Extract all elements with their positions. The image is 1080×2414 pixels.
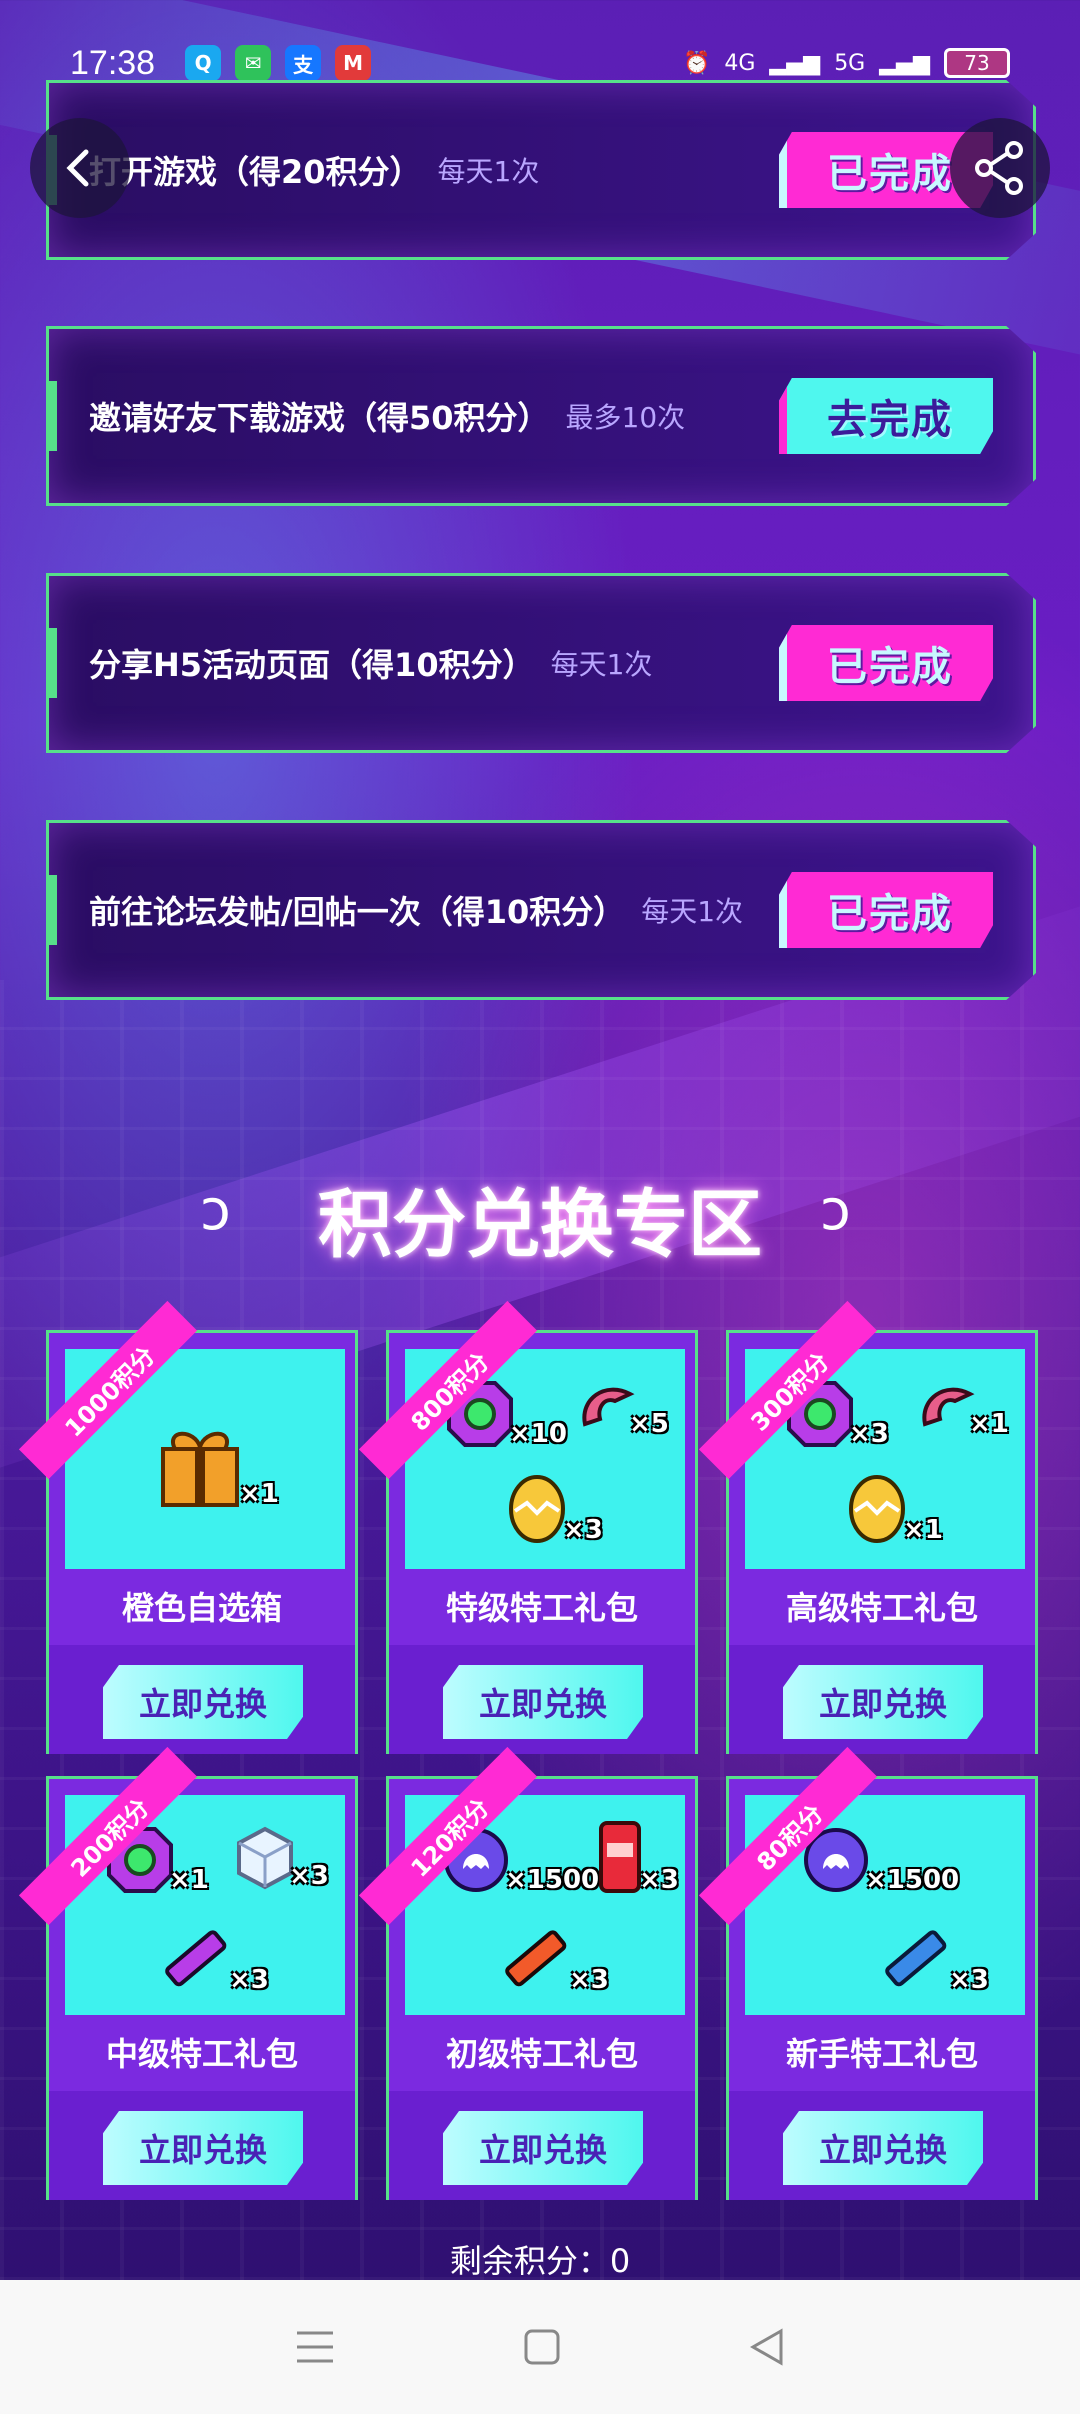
- task-done-button[interactable]: 已完成: [779, 625, 993, 701]
- signal-bars-icon: ▂▄▆: [769, 50, 821, 76]
- egg-icon: ×3: [505, 1469, 603, 1545]
- task-title: 分享H5活动页面（得10积分）: [89, 646, 535, 684]
- item-qty: ×1500: [505, 1865, 600, 1895]
- remaining-points: 剩余积分：0: [0, 2236, 1080, 2282]
- item-qty: ×3: [289, 1861, 329, 1891]
- battery-level: 73: [964, 51, 990, 75]
- purple-gun-icon: ×3: [155, 1915, 269, 1995]
- redeem-button[interactable]: 立即兑换: [103, 1665, 303, 1739]
- task-done-button[interactable]: 已完成: [779, 872, 993, 948]
- share-button[interactable]: [950, 118, 1050, 218]
- redeem-button[interactable]: 立即兑换: [783, 2111, 983, 2185]
- product-card: ×1 ×3 ×3 200积分 中级特工礼包 立即兑换: [18, 1746, 358, 2200]
- claw-icon: ×1: [915, 1379, 1009, 1439]
- back-triangle-icon[interactable]: [747, 2327, 787, 2367]
- redeem-button[interactable]: 立即兑换: [443, 2111, 643, 2185]
- item-qty: ×3: [569, 1965, 609, 1995]
- item-qty: ×3: [229, 1965, 269, 1995]
- task-card: 打开游戏（得20积分） 每天1次 已完成: [46, 80, 1036, 260]
- system-nav-bar: [0, 2280, 1080, 2414]
- home-icon[interactable]: [522, 2327, 562, 2367]
- menu-icon[interactable]: [293, 2327, 337, 2367]
- status-app-icons: Q ✉ 支 M: [185, 45, 372, 81]
- task-limit: 每天1次: [550, 648, 653, 681]
- item-qty: ×3: [563, 1515, 603, 1545]
- product-name: 中级特工礼包: [105, 2035, 298, 2073]
- task-limit: 每天1次: [437, 155, 540, 188]
- task-title: 打开游戏（得20积分）: [89, 153, 422, 191]
- product-card: ×1 1000积分 橙色自选箱 立即兑换: [18, 1300, 358, 1754]
- remaining-points-value: 0: [609, 2242, 631, 2280]
- item-qty: ×3: [949, 1965, 989, 1995]
- signal-4g: 4G: [724, 50, 756, 76]
- remaining-points-label: 剩余积分：: [449, 2242, 610, 2280]
- ghost-coin-icon: ×1500: [801, 1825, 959, 1895]
- task-title: 邀请好友下载游戏（得50积分）: [89, 399, 550, 437]
- item-qty: ×3: [849, 1419, 889, 1449]
- alarm-icon: ⏰: [682, 50, 711, 76]
- orange-chest-icon: ×1: [155, 1419, 279, 1509]
- item-qty: ×5: [629, 1409, 669, 1439]
- product-card: ×3 ×1 ×1 300积分 高级特工礼包 立即兑换: [698, 1300, 1038, 1754]
- red-can-icon: ×3: [595, 1819, 679, 1895]
- item-qty: ×1: [969, 1409, 1009, 1439]
- product-name: 橙色自选箱: [121, 1589, 282, 1627]
- redeem-button[interactable]: 立即兑换: [443, 1665, 643, 1739]
- task-card: 分享H5活动页面（得10积分） 每天1次 已完成: [46, 573, 1036, 753]
- signal-bars-icon: ▂▄▆: [879, 50, 930, 76]
- claw-icon: ×5: [575, 1379, 669, 1439]
- ice-cube-icon: ×3: [235, 1825, 329, 1891]
- item-qty: ×3: [639, 1865, 679, 1895]
- product-card: ×1500 ×3 ×3 120积分 初级特工礼包 立即兑换: [358, 1746, 698, 2200]
- egg-icon: ×1: [845, 1469, 943, 1545]
- qq-icon: Q: [185, 45, 222, 81]
- status-time: 17:38: [70, 43, 156, 82]
- product-name: 高级特工礼包: [785, 1589, 978, 1627]
- redeem-button[interactable]: 立即兑换: [103, 2111, 303, 2185]
- alipay-icon: 支: [285, 45, 322, 81]
- task-go-button[interactable]: 去完成: [779, 378, 993, 454]
- battery-indicator: 73: [944, 48, 1010, 78]
- status-indicators: ⏰ 4G ▂▄▆ 5G ▂▄▆ 73: [683, 48, 1010, 78]
- item-qty: ×10: [509, 1419, 567, 1449]
- bank-icon: M: [335, 45, 372, 81]
- chevron-left-icon: [66, 149, 89, 187]
- section-title: 积分兑换专区: [318, 1182, 762, 1268]
- task-title: 前往论坛发帖/回帖一次（得10积分）: [89, 893, 626, 931]
- product-card: ×10 ×5 ×3 800积分 特级特工礼包 立即兑换: [358, 1300, 698, 1754]
- product-name: 新手特工礼包: [785, 2035, 978, 2073]
- message-icon: ✉: [235, 45, 272, 81]
- redeem-button[interactable]: 立即兑换: [783, 1665, 983, 1739]
- task-limit: 最多10次: [565, 401, 686, 434]
- signal-5g: 5G: [834, 50, 866, 76]
- product-card: ×1500 ×3 80积分 新手特工礼包 立即兑换: [698, 1746, 1038, 2200]
- item-qty: ×1: [239, 1479, 279, 1509]
- item-qty: ×1: [169, 1865, 209, 1895]
- back-button[interactable]: [30, 118, 130, 218]
- product-name: 初级特工礼包: [445, 2035, 638, 2073]
- item-qty: ×1: [903, 1515, 943, 1545]
- blue-gun-icon: ×3: [875, 1915, 989, 1995]
- task-card: 邀请好友下载游戏（得50积分） 最多10次 去完成: [46, 326, 1036, 506]
- item-qty: ×1500: [865, 1865, 960, 1895]
- swirl-right-icon: ↄ: [820, 1178, 851, 1243]
- task-card: 前往论坛发帖/回帖一次（得10积分） 每天1次 已完成: [46, 820, 1036, 1000]
- product-name: 特级特工礼包: [445, 1589, 638, 1627]
- share-icon: [975, 141, 1023, 195]
- orange-gun-icon: ×3: [495, 1915, 609, 1995]
- task-limit: 每天1次: [641, 895, 744, 928]
